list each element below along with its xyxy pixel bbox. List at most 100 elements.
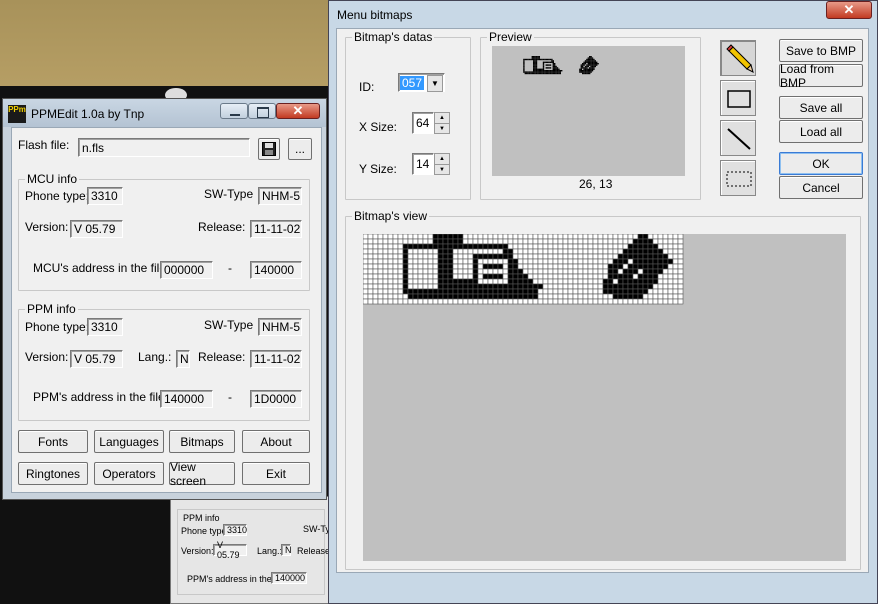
bitmap-pixel[interactable] [487,258,494,265]
bitmap-pixel[interactable] [557,283,564,290]
bitmap-pixel[interactable] [622,293,629,300]
bitmap-pixel[interactable] [677,243,684,250]
bitmap-pixel[interactable] [562,243,569,250]
bitmap-pixel[interactable] [452,258,459,265]
bitmap-pixel[interactable] [437,298,444,305]
bitmap-pixel[interactable] [367,293,374,300]
bitmap-pixel[interactable] [512,283,519,290]
bitmap-pixel[interactable] [502,283,509,290]
bitmap-pixel[interactable] [522,243,529,250]
bitmap-pixel[interactable] [502,258,509,265]
bitmap-pixel[interactable] [407,238,414,245]
bitmap-pixel[interactable] [367,298,374,305]
rectangle-tool-button[interactable] [720,80,756,116]
bitmap-pixel[interactable] [542,253,549,260]
bitmap-pixel[interactable] [457,273,464,280]
bitmap-pixel[interactable] [547,253,554,260]
bitmap-pixel[interactable] [512,248,519,255]
bitmap-pixel[interactable] [582,238,589,245]
bitmap-pixel[interactable] [417,293,424,300]
bitmap-pixel[interactable] [467,283,474,290]
bitmap-pixel[interactable] [647,268,654,275]
bitmap-pixel[interactable] [452,273,459,280]
bitmap-pixel[interactable] [587,283,594,290]
bitmap-pixel[interactable] [402,278,409,285]
bitmap-pixel[interactable] [582,273,589,280]
bitmap-pixel[interactable] [532,253,539,260]
bitmap-pixel[interactable] [382,283,389,290]
bitmap-pixel[interactable] [377,253,384,260]
bitmap-pixel[interactable] [532,248,539,255]
bitmap-pixel[interactable] [537,258,544,265]
bitmap-pixel[interactable] [542,293,549,300]
bitmap-pixel[interactable] [632,248,639,255]
bitmap-pixel[interactable] [402,288,409,295]
bitmap-pixel[interactable] [527,283,534,290]
bitmap-pixel[interactable] [397,293,404,300]
bitmap-pixel[interactable] [442,298,449,305]
bitmap-pixel[interactable] [447,238,454,245]
bitmap-pixel[interactable] [417,243,424,250]
bitmap-pixel[interactable] [387,278,394,285]
bitmap-pixel[interactable] [487,263,494,270]
bitmap-pixel[interactable] [647,293,654,300]
bitmap-pixel[interactable] [497,258,504,265]
bitmap-pixel[interactable] [612,248,619,255]
bitmap-pixel[interactable] [387,268,394,275]
save-flash-button[interactable] [258,138,280,160]
bitmap-pixel[interactable] [577,283,584,290]
ok-button[interactable]: OK [779,152,863,175]
bitmap-pixel[interactable] [427,233,434,240]
bitmap-pixel[interactable] [472,238,479,245]
bitmap-pixel[interactable] [477,233,484,240]
bitmap-pixel[interactable] [382,278,389,285]
bitmap-pixel[interactable] [362,248,369,255]
bitmap-pixel[interactable] [602,293,609,300]
bitmap-pixel[interactable] [602,263,609,270]
bitmap-pixel[interactable] [502,253,509,260]
bitmap-pixel[interactable] [437,283,444,290]
bitmap-pixel[interactable] [472,243,479,250]
bitmap-pixel[interactable] [552,238,559,245]
bitmap-pixel[interactable] [567,253,574,260]
bitmap-pixel[interactable] [417,238,424,245]
bitmap-pixel[interactable] [622,283,629,290]
bitmap-pixel[interactable] [442,253,449,260]
bitmap-pixel[interactable] [422,293,429,300]
bitmap-pixel[interactable] [582,233,589,240]
bitmap-pixel[interactable] [652,238,659,245]
bitmap-pixel[interactable] [542,278,549,285]
bitmap-pixel[interactable] [532,238,539,245]
bitmap-pixel[interactable] [532,268,539,275]
bitmap-pixel[interactable] [607,243,614,250]
bitmap-pixel[interactable] [462,248,469,255]
bitmap-pixel[interactable] [667,268,674,275]
bitmap-pixel[interactable] [402,243,409,250]
bitmap-pixel[interactable] [372,253,379,260]
bitmap-pixel[interactable] [547,278,554,285]
bitmap-pixel[interactable] [482,283,489,290]
bitmap-pixel[interactable] [427,278,434,285]
bitmap-pixel[interactable] [477,293,484,300]
bitmap-pixel[interactable] [632,278,639,285]
bitmap-pixel[interactable] [627,298,634,305]
bitmap-pixel[interactable] [527,263,534,270]
bitmap-pixel[interactable] [627,288,634,295]
bitmap-pixel[interactable] [547,293,554,300]
bitmap-pixel[interactable] [527,258,534,265]
bitmap-pixel[interactable] [537,278,544,285]
bitmap-pixel[interactable] [442,268,449,275]
bitmap-pixel[interactable] [657,293,664,300]
bitmap-pixel[interactable] [612,238,619,245]
bitmap-pixel[interactable] [377,248,384,255]
bitmap-pixel[interactable] [392,258,399,265]
about-button[interactable]: About [242,430,310,453]
bitmap-pixel[interactable] [442,243,449,250]
bitmap-pixel[interactable] [507,253,514,260]
spinner-up-icon[interactable]: ▲ [435,154,449,165]
bitmap-pixel[interactable] [567,273,574,280]
bitmap-pixel[interactable] [367,258,374,265]
bitmap-pixel[interactable] [497,253,504,260]
bitmap-pixel[interactable] [362,233,369,240]
bitmap-pixel[interactable] [642,268,649,275]
